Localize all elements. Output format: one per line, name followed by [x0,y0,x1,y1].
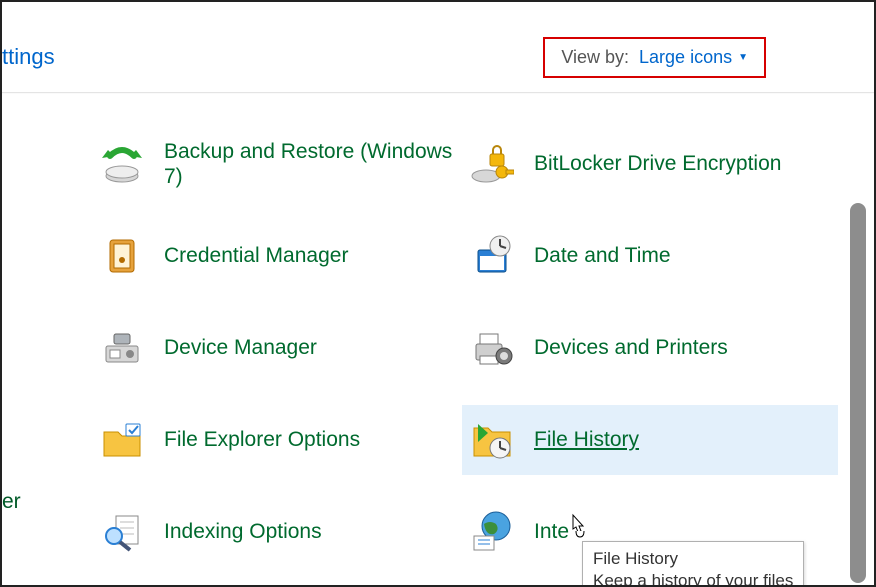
credential-manager-icon [100,234,144,278]
item-label: BitLocker Drive Encryption [534,151,781,176]
control-panel-window: ttings View by: Large icons ▼ er Backup … [0,0,876,587]
header-bar: ttings View by: Large icons ▼ [2,2,874,93]
item-label: Device Manager [164,335,317,360]
tooltip: File History Keep a history of your file… [582,541,804,587]
items-grid: Backup and Restore (Windows 7) BitLocker… [100,133,874,587]
item-indexing-options[interactable]: Indexing Options [100,501,460,563]
devices-printers-icon [470,326,514,370]
stray-left-label: er [2,490,21,514]
chevron-down-icon: ▼ [738,52,748,63]
file-history-icon [470,418,514,462]
indexing-options-icon [100,510,144,554]
items-area: er Backup and Restore (Windows 7) BitLoc… [2,93,874,586]
item-label: Date and Time [534,243,671,268]
breadcrumb-fragment: ttings [2,44,55,70]
bitlocker-icon [470,142,514,186]
item-label: File History [534,427,639,452]
item-label: File Explorer Options [164,427,360,452]
item-file-history[interactable]: File History [462,405,838,475]
viewby-selected: Large icons [639,47,732,68]
viewby-highlight: View by: Large icons ▼ [543,37,766,78]
item-date-time[interactable]: Date and Time [470,225,830,287]
device-manager-icon [100,326,144,370]
date-time-icon [470,234,514,278]
viewby-dropdown[interactable]: Large icons ▼ [639,47,748,68]
item-label: Backup and Restore (Windows 7) [164,139,460,189]
item-file-explorer-options[interactable]: File Explorer Options [100,409,460,471]
item-bitlocker[interactable]: BitLocker Drive Encryption [470,133,830,195]
item-label: Credential Manager [164,243,348,268]
item-credential-manager[interactable]: Credential Manager [100,225,460,287]
internet-options-icon [470,510,514,554]
backup-restore-icon [100,142,144,186]
viewby-label: View by: [561,47,629,68]
item-label: Inte [534,519,569,544]
vertical-scrollbar[interactable] [850,203,866,583]
file-explorer-options-icon [100,418,144,462]
item-label: Indexing Options [164,519,322,544]
item-label: Devices and Printers [534,335,728,360]
item-backup-restore[interactable]: Backup and Restore (Windows 7) [100,133,460,195]
tooltip-title: File History [593,548,793,570]
tooltip-desc: Keep a history of your files [593,570,793,587]
item-device-manager[interactable]: Device Manager [100,317,460,379]
item-devices-printers[interactable]: Devices and Printers [470,317,830,379]
